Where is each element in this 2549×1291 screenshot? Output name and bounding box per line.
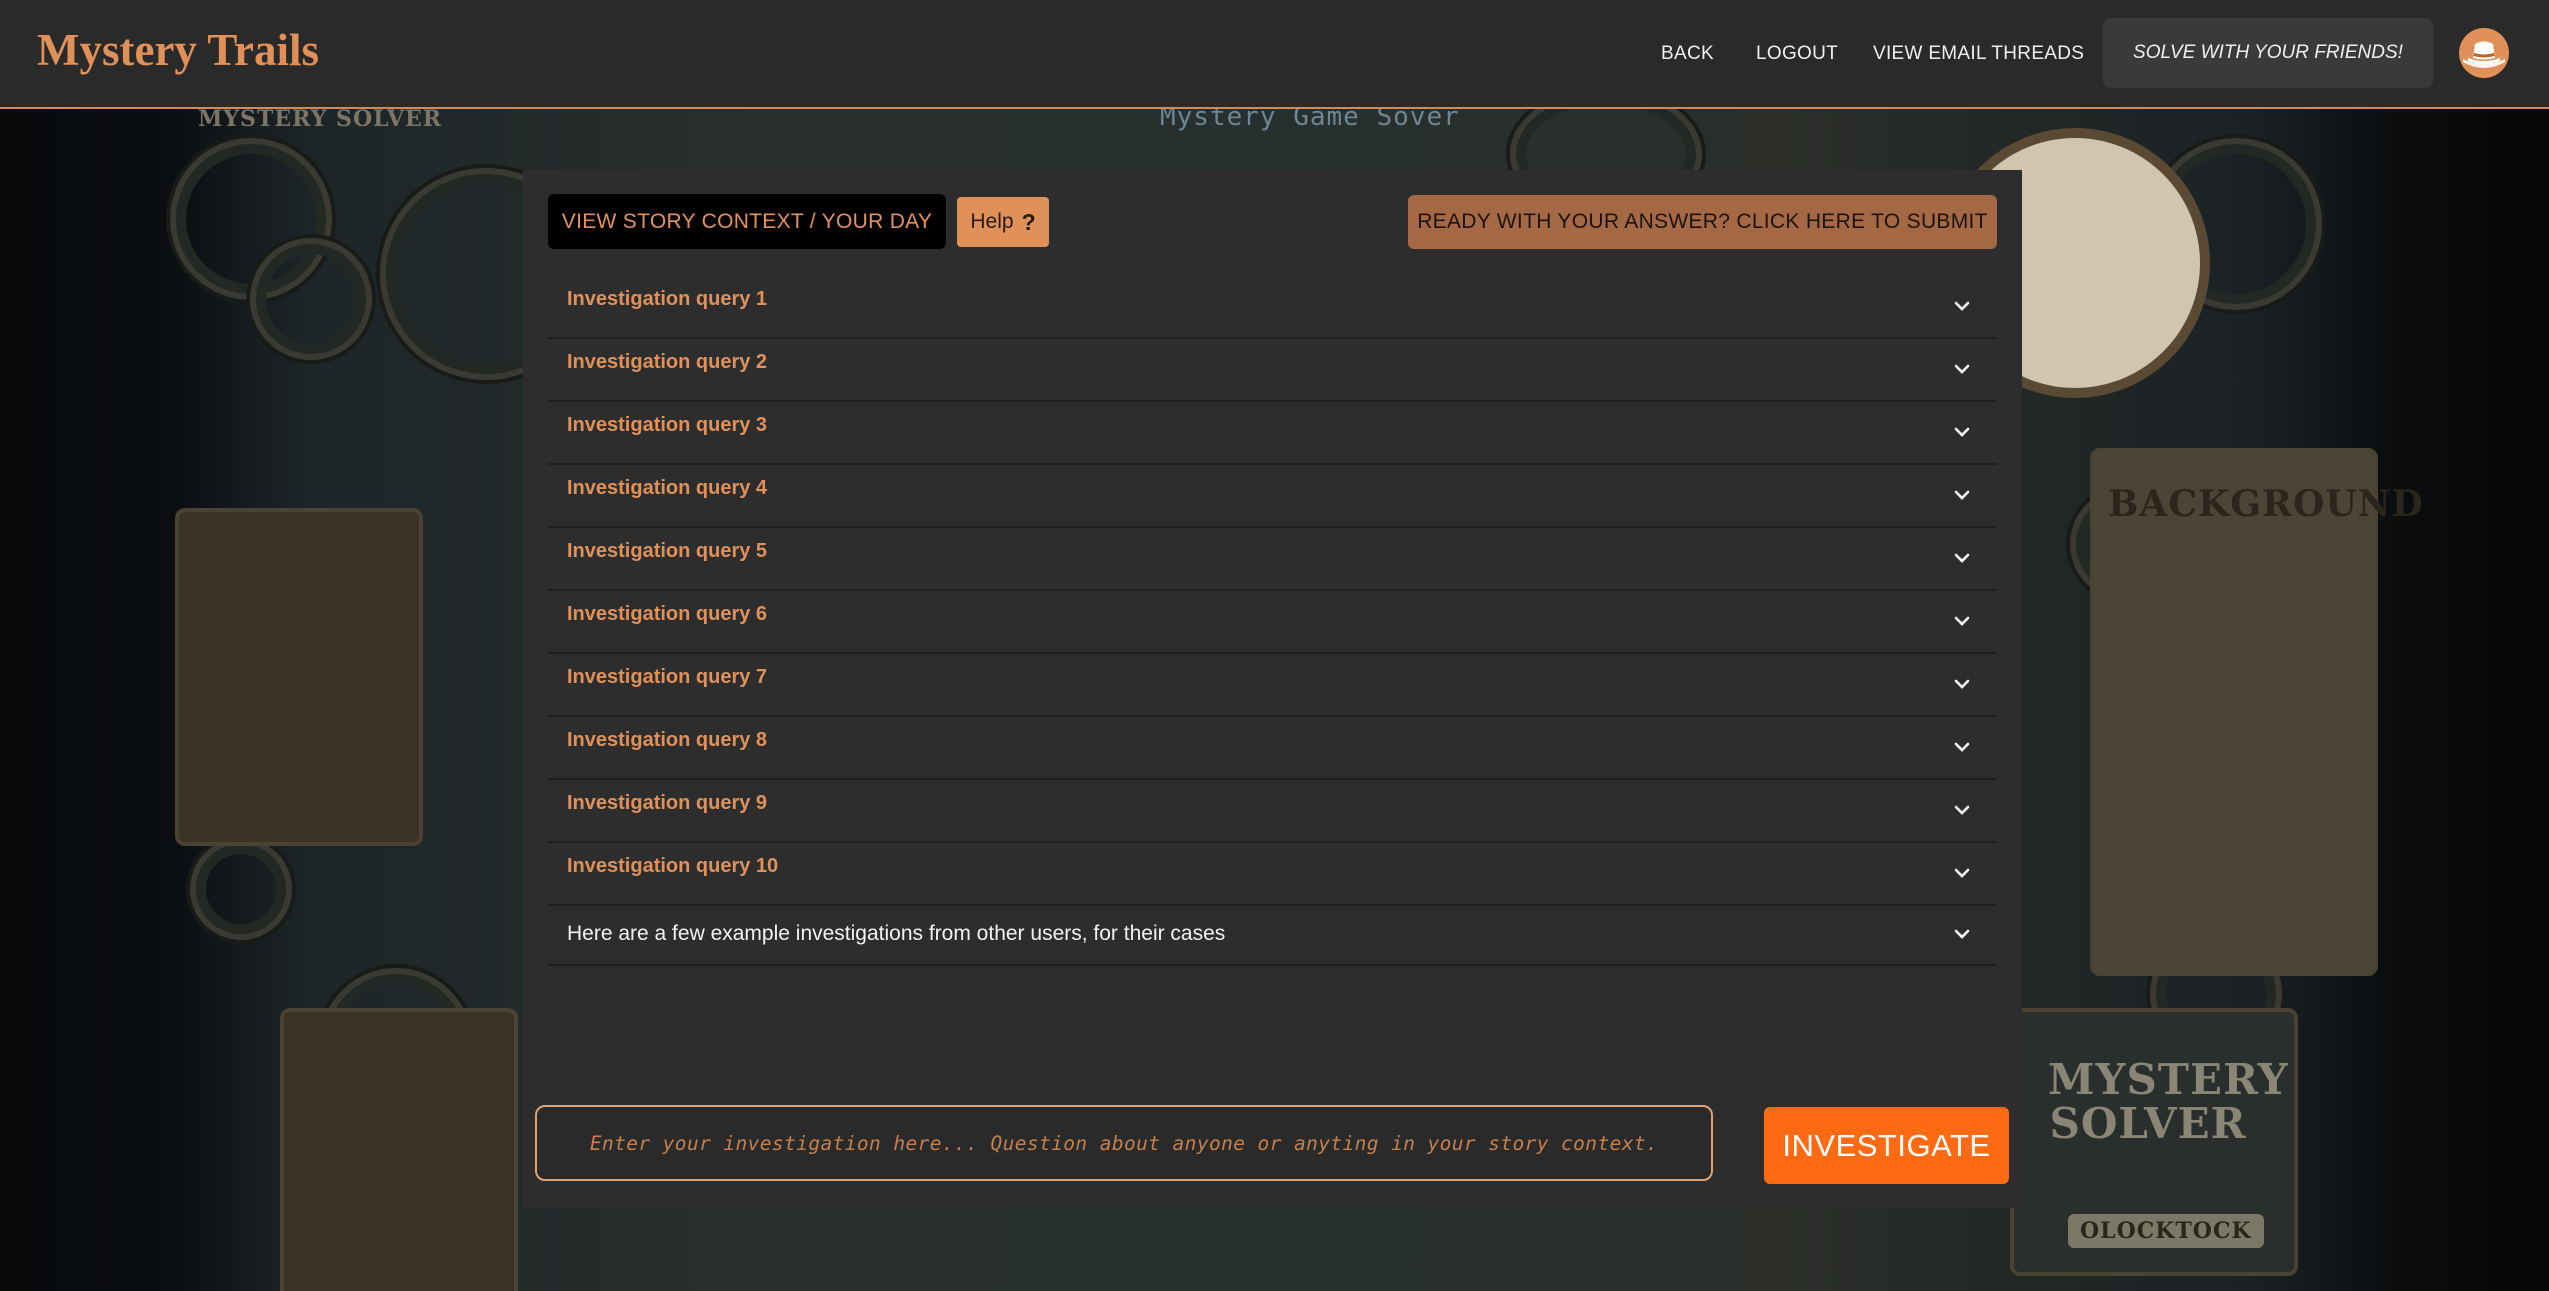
nav-view-email-threads[interactable]: VIEW EMAIL THREADS: [1873, 0, 2084, 107]
query-accordion-5[interactable]: Investigation query 5: [548, 526, 1997, 591]
nav-back[interactable]: BACK: [1661, 0, 1714, 107]
brand-logo[interactable]: Mystery Trails: [37, 24, 319, 76]
framed-panel-decoration: [175, 508, 423, 846]
chevron-down-icon: [1954, 868, 1970, 878]
query-accordion-3[interactable]: Investigation query 3: [548, 400, 1997, 465]
query-accordion-2[interactable]: Investigation query 2: [548, 337, 1997, 402]
query-accordion-9[interactable]: Investigation query 9: [548, 778, 1997, 843]
query-label: Investigation query 6: [567, 603, 768, 625]
query-label: Investigation query 5: [567, 540, 768, 562]
query-label: Investigation query 2: [567, 351, 768, 373]
top-header: Mystery Trails BACK LOGOUT VIEW EMAIL TH…: [0, 0, 2549, 109]
avatar[interactable]: [2459, 28, 2509, 78]
nav-logout[interactable]: LOGOUT: [1756, 0, 1838, 107]
view-story-context-button[interactable]: VIEW STORY CONTEXT / YOUR DAY: [548, 194, 946, 249]
query-label: Investigation query 10: [567, 855, 779, 877]
investigation-input[interactable]: Enter your investigation here... Questio…: [535, 1105, 1713, 1181]
background-sign: [2090, 448, 2378, 976]
examples-label: Here are a few example investigations fr…: [567, 922, 1226, 945]
query-accordion-8[interactable]: Investigation query 8: [548, 715, 1997, 780]
help-button[interactable]: Help ?: [957, 197, 1049, 247]
question-icon: ?: [1021, 208, 1036, 235]
olocktock-tag: OLOCKTOCK: [2068, 1214, 2264, 1248]
query-label: Investigation query 3: [567, 414, 768, 436]
query-label: Investigation query 9: [567, 792, 768, 814]
chevron-down-icon: [1954, 364, 1970, 374]
mystery-solver-sign-text: MYSTERY SOLVER: [2048, 1055, 2289, 1148]
chevron-down-icon: [1954, 679, 1970, 689]
chevron-down-icon: [1954, 805, 1970, 815]
chevron-down-icon: [1954, 929, 1970, 939]
investigation-input-placeholder: Enter your investigation here... Questio…: [589, 1131, 1659, 1155]
chevron-down-icon: [1954, 490, 1970, 500]
query-label: Investigation query 4: [567, 477, 768, 499]
query-label: Investigation query 8: [567, 729, 768, 751]
query-accordion-10[interactable]: Investigation query 10: [548, 841, 1997, 906]
chevron-down-icon: [1954, 553, 1970, 563]
investigate-button[interactable]: INVESTIGATE: [1764, 1107, 2009, 1184]
solve-with-friends-button[interactable]: SOLVE WITH YOUR FRIENDS!: [2103, 18, 2433, 88]
gear-decoration: [190, 838, 292, 940]
example-investigations-accordion[interactable]: Here are a few example investigations fr…: [548, 904, 1997, 966]
query-accordion-6[interactable]: Investigation query 6: [548, 589, 1997, 654]
chevron-down-icon: [1954, 616, 1970, 626]
map-decoration: [280, 1008, 518, 1291]
detective-hat-icon: [2463, 41, 2505, 68]
top-banner-text: Mystery Game Sover: [1160, 108, 1460, 132]
background-sign-title: BACKGROUND: [2108, 483, 2424, 525]
chevron-down-icon: [1954, 301, 1970, 311]
gear-decoration: [250, 238, 372, 360]
query-accordion-1[interactable]: Investigation query 1: [548, 274, 1997, 339]
query-label: Investigation query 1: [567, 288, 768, 310]
query-label: Investigation query 7: [567, 666, 768, 688]
query-accordion-7[interactable]: Investigation query 7: [548, 652, 1997, 717]
help-label: Help: [970, 210, 1014, 233]
query-accordion-4[interactable]: Investigation query 4: [548, 463, 1997, 528]
chevron-down-icon: [1954, 427, 1970, 437]
submit-answer-button[interactable]: READY WITH YOUR ANSWER? CLICK HERE TO SU…: [1408, 195, 1997, 249]
left-sign-text: MYSTERY SOLVER: [198, 108, 443, 132]
chevron-down-icon: [1954, 742, 1970, 752]
